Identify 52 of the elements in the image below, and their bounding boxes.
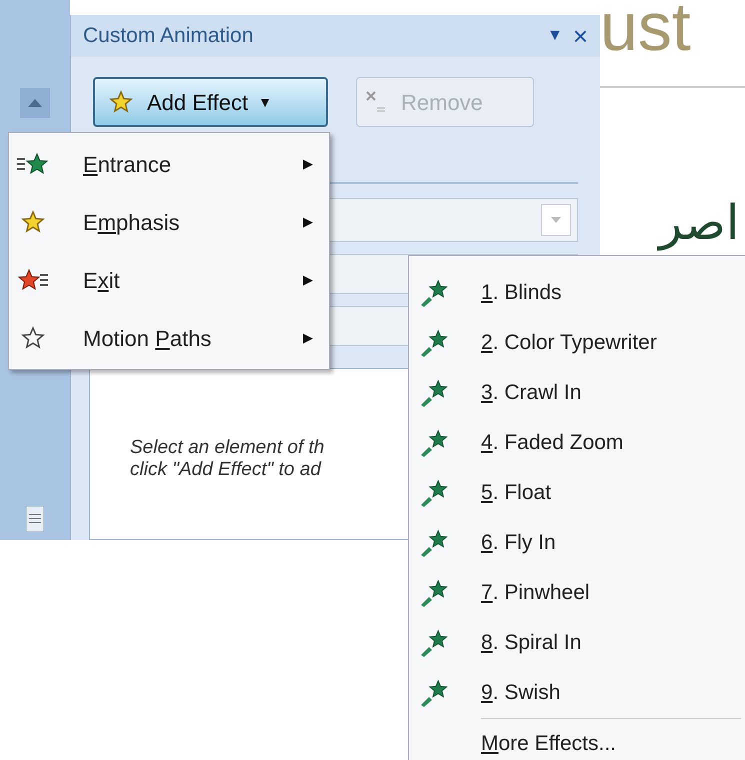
menu-item-label: 9. Swish: [481, 680, 560, 706]
menu-item-label: Exit: [83, 266, 121, 294]
menu-item-label: 1. Blinds: [481, 280, 562, 306]
star-trail-icon: [419, 429, 449, 457]
pane-menu-button[interactable]: ▼: [546, 24, 563, 48]
menu-item-label: Entrance: [83, 150, 172, 178]
star-trail-icon: [419, 479, 449, 507]
menu-item-label: 8. Spiral In: [481, 630, 582, 656]
scroll-grip-icon[interactable]: [26, 506, 44, 532]
pane-title: Custom Animation: [83, 23, 254, 50]
submenu-arrow: ▶: [303, 329, 313, 348]
menu-item[interactable]: 8. Spiral In: [409, 618, 745, 668]
menu-item-label: 3. Crawl In: [481, 380, 582, 406]
menu-item[interactable]: 2. Color Typewriter: [409, 318, 745, 368]
slide-text: اصر: [656, 196, 740, 253]
menu-item[interactable]: Motion Paths ▶: [9, 309, 329, 367]
menu-item[interactable]: Exit ▶: [9, 251, 329, 309]
menu-item-label: More Effects...: [481, 731, 616, 758]
hint-text: Select an element of th: [130, 437, 324, 459]
slide-title: ust: [600, 0, 692, 58]
menu-item[interactable]: 3. Crawl In: [409, 368, 745, 418]
submenu-arrow: ▶: [303, 213, 313, 232]
menu-item[interactable]: 9. Swish: [409, 668, 745, 718]
menu-item[interactable]: 6. Fly In: [409, 518, 745, 568]
menu-item-label: 2. Color Typewriter: [481, 330, 657, 356]
star-trail-icon: [419, 529, 449, 557]
menu-item[interactable]: More Effects...: [409, 719, 745, 760]
star-trail-icon: [419, 329, 449, 357]
menu-item[interactable]: Entrance ▶: [9, 135, 329, 193]
menu-item[interactable]: 7. Pinwheel: [409, 568, 745, 618]
menu-item[interactable]: Emphasis ▶: [9, 193, 329, 251]
menu-item[interactable]: 1. Blinds: [409, 268, 745, 318]
menu-item-label: 7. Pinwheel: [481, 580, 590, 606]
menu-item-label: 6. Fly In: [481, 530, 556, 556]
menu-item-label: 5. Float: [481, 480, 552, 506]
add-effect-button[interactable]: Add Effect ▼: [93, 77, 328, 127]
submenu-arrow: ▶: [303, 271, 313, 290]
hint-text: click "Add Effect" to ad: [130, 459, 321, 481]
menu-item[interactable]: 5. Float: [409, 468, 745, 518]
star-trail-icon: [419, 379, 449, 407]
menu-item-label: Emphasis: [83, 208, 181, 237]
close-button[interactable]: ×: [572, 23, 588, 49]
star-trail-icon: [419, 579, 449, 607]
star-trail-icon: [419, 279, 449, 307]
dropdown-caret-icon: [551, 217, 561, 223]
star-trail-icon: [419, 629, 449, 657]
menu-item-label: Motion Paths: [83, 324, 212, 352]
submenu-arrow: ▶: [303, 155, 313, 174]
menu-item-label: 4. Faded Zoom: [481, 430, 624, 456]
star-trail-icon: [419, 679, 449, 707]
menu-item[interactable]: 4. Faded Zoom: [409, 418, 745, 468]
scroll-up-icon[interactable]: [28, 99, 42, 107]
